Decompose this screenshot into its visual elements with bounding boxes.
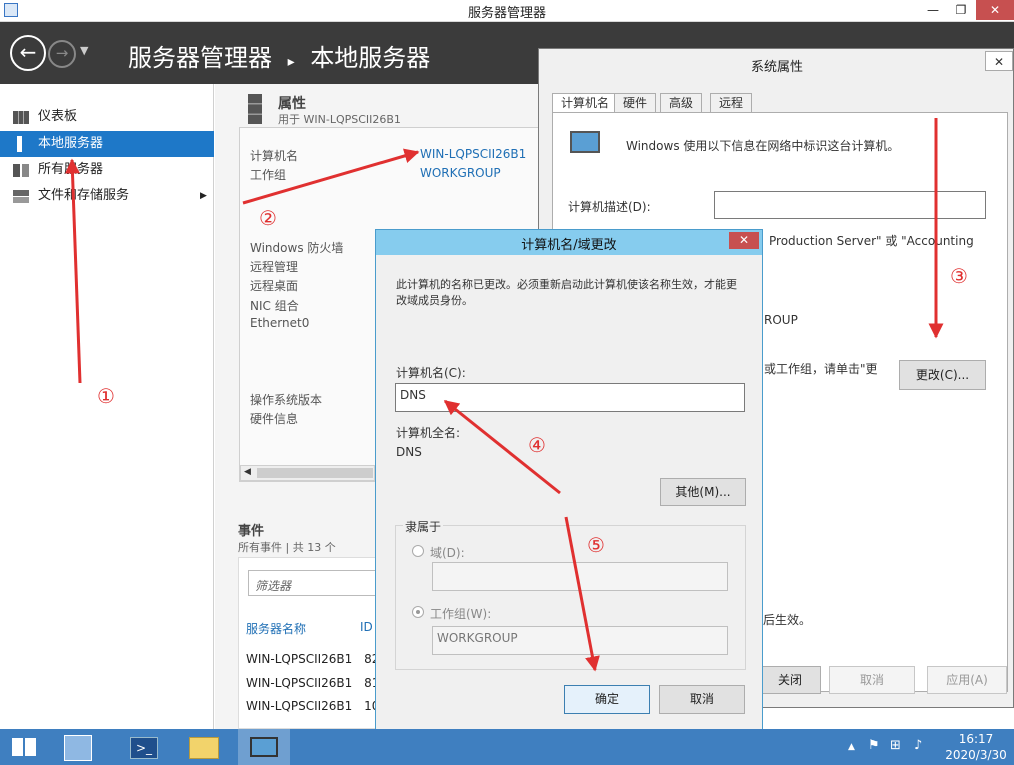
flag-icon[interactable]: ⚑ (868, 738, 880, 753)
server-manager-icon (64, 735, 92, 761)
annotation-overlay (64, 118, 944, 672)
taskbar-system-properties[interactable] (238, 729, 290, 765)
annotation-marker-4: ④ (528, 433, 546, 457)
computer-icon (250, 737, 278, 757)
taskbar-server-manager[interactable] (52, 729, 104, 765)
annotation-marker-1: ① (97, 384, 115, 408)
taskbar: >_ ▲ ⚑ ⊞ ♪ 16:17 2020/3/30 (0, 729, 1014, 765)
annotation-arrow-2 (242, 148, 420, 205)
taskbar-powershell[interactable]: >_ (118, 729, 170, 765)
annotation-marker-2: ② (259, 206, 277, 230)
windows-logo-icon (12, 738, 36, 756)
network-icon[interactable]: ⊞ (890, 738, 901, 753)
annotation-marker-5: ⑤ (587, 533, 605, 557)
powershell-icon: >_ (130, 737, 158, 759)
tray-chevron-up-icon[interactable]: ▲ (848, 742, 855, 752)
annotation-arrow-1 (64, 158, 82, 384)
volume-icon[interactable]: ♪ (914, 738, 922, 753)
annotation-marker-3: ③ (950, 264, 968, 288)
taskbar-file-explorer[interactable] (177, 729, 229, 765)
clock-time[interactable]: 16:17 (944, 732, 1008, 746)
start-button[interactable] (0, 729, 52, 765)
folder-icon (189, 737, 219, 759)
clock-date[interactable]: 2020/3/30 (944, 748, 1008, 762)
